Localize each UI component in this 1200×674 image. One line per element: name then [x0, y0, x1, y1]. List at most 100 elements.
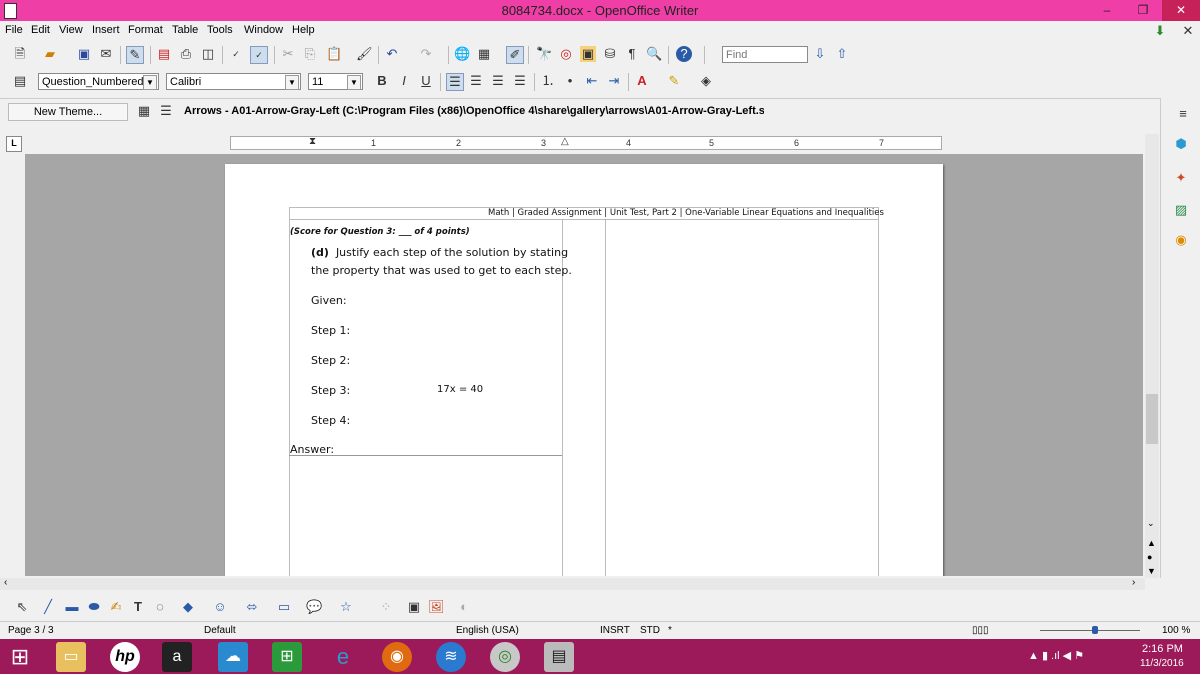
sidebar-navigator-icon[interactable]: ◉: [1173, 232, 1189, 248]
data-sources-icon[interactable]: ⛁: [602, 46, 618, 62]
open-folder-icon[interactable]: ▰: [42, 46, 58, 62]
print-icon[interactable]: ⎙: [178, 46, 194, 62]
scroll-left-icon[interactable]: ‹: [4, 577, 7, 588]
save-icon[interactable]: ▣: [76, 46, 92, 62]
firefox-icon[interactable]: ◉: [382, 642, 412, 672]
menu-view[interactable]: View: [59, 24, 83, 36]
file-explorer-icon[interactable]: ▭: [56, 642, 86, 672]
menu-file[interactable]: File: [5, 24, 23, 36]
maximize-button[interactable]: ❐: [1126, 0, 1160, 21]
chrome-icon[interactable]: ◎: [490, 642, 520, 672]
new-document-icon[interactable]: 🗎: [12, 46, 28, 62]
system-tray-icons[interactable]: ▲ ▮ .ıl ◀ ⚑: [1028, 649, 1084, 662]
paste-icon[interactable]: 📋: [326, 46, 342, 62]
decrease-indent-icon[interactable]: ⇤: [584, 73, 600, 89]
find-previous-icon[interactable]: ⇧: [834, 46, 850, 62]
zoom-slider-handle[interactable]: [1092, 626, 1098, 634]
stars-icon[interactable]: ☆: [338, 599, 354, 615]
vertical-scroll-thumb[interactable]: [1146, 394, 1158, 444]
internet-explorer-icon[interactable]: e: [328, 642, 358, 672]
bold-button[interactable]: B: [374, 73, 390, 89]
close-document-icon[interactable]: ✕: [1180, 23, 1196, 39]
new-theme-button[interactable]: New Theme...: [8, 103, 128, 121]
fontwork-icon[interactable]: ▣: [406, 599, 422, 615]
autospellcheck-icon[interactable]: ✓: [250, 46, 268, 64]
export-pdf-icon[interactable]: ▤: [156, 46, 172, 62]
properties-icon[interactable]: ⬢: [1173, 136, 1189, 152]
page-style[interactable]: Default: [204, 625, 236, 636]
from-file-icon[interactable]: 🖼: [428, 599, 445, 615]
freeform-icon[interactable]: ✍: [108, 599, 124, 615]
page-preview-icon[interactable]: ◫: [200, 46, 216, 62]
block-arrows-icon[interactable]: ⬄: [244, 599, 260, 615]
start-icon[interactable]: ⊞: [5, 642, 35, 672]
selection-mode[interactable]: STD: [640, 625, 660, 636]
gallery-icon[interactable]: ▣: [580, 46, 596, 62]
scroll-right-icon[interactable]: ›: [1132, 577, 1135, 588]
find-next-icon[interactable]: ⇩: [812, 46, 828, 62]
openoffice-writer-icon[interactable]: ▤: [544, 642, 574, 672]
extrusion-icon[interactable]: ◐: [456, 599, 472, 615]
right-indent-marker-icon[interactable]: △: [561, 136, 569, 147]
menu-tools[interactable]: Tools: [207, 24, 233, 36]
update-icon[interactable]: ⬇: [1152, 23, 1168, 39]
menu-insert[interactable]: Insert: [92, 24, 120, 36]
email-icon[interactable]: ✉: [98, 46, 114, 62]
store-icon[interactable]: ⊞: [272, 642, 302, 672]
align-center-icon[interactable]: ☰: [468, 73, 484, 89]
numbering-icon[interactable]: ⒈: [540, 73, 556, 89]
horizontal-scrollbar[interactable]: ‹ ›: [0, 577, 1145, 590]
copy-icon[interactable]: ⎘: [302, 46, 318, 62]
menu-format[interactable]: Format: [128, 24, 163, 36]
basic-shapes-icon[interactable]: ◆: [180, 599, 196, 615]
redo-icon[interactable]: ↷: [418, 46, 434, 62]
cut-icon[interactable]: ✂: [280, 46, 296, 62]
chevron-down-icon[interactable]: ⌄: [1147, 518, 1155, 529]
zoom-slider[interactable]: [1040, 630, 1140, 631]
help-icon[interactable]: ?: [676, 46, 692, 62]
vertical-scrollbar[interactable]: ⌄ ▲ ● ▼: [1145, 134, 1159, 578]
font-size-select[interactable]: 11 ▼: [308, 73, 363, 90]
app-icon[interactable]: ≋: [436, 642, 466, 672]
clock-time[interactable]: 2:16 PM: [1142, 643, 1183, 655]
zoom-icon[interactable]: 🔍: [646, 46, 662, 62]
edit-file-icon[interactable]: ✎: [126, 46, 144, 64]
tab-stop-selector[interactable]: L: [6, 136, 22, 152]
clock-date[interactable]: 11/3/2016: [1140, 658, 1184, 669]
styles-formatting-icon[interactable]: ▤: [12, 73, 28, 89]
justify-icon[interactable]: ☰: [512, 73, 528, 89]
zoom-level[interactable]: 100 %: [1162, 625, 1190, 636]
callout-shapes-icon[interactable]: 💬: [306, 599, 322, 615]
font-name-select[interactable]: Calibri ▼: [166, 73, 301, 90]
font-color-icon[interactable]: A: [634, 73, 650, 89]
styles-icon[interactable]: ✦: [1173, 170, 1189, 186]
undo-icon[interactable]: ↶: [384, 46, 400, 62]
hyperlink-icon[interactable]: 🌐: [454, 46, 470, 62]
points-icon[interactable]: ⁘: [378, 599, 394, 615]
indent-marker-icon[interactable]: ⧗: [309, 136, 316, 147]
background-color-icon[interactable]: ◈: [698, 73, 714, 89]
navigation-icon[interactable]: ●: [1147, 552, 1152, 562]
formatting-marks-icon[interactable]: ¶: [624, 46, 640, 62]
symbol-shapes-icon[interactable]: ☺: [212, 599, 228, 615]
amazon-icon[interactable]: a: [162, 642, 192, 672]
document-page[interactable]: Math | Graded Assignment | Unit Test, Pa…: [225, 164, 943, 576]
text-icon[interactable]: T: [130, 599, 146, 615]
ellipse-icon[interactable]: ⬬: [86, 599, 102, 615]
hp-icon[interactable]: hp: [110, 642, 140, 672]
menu-window[interactable]: Window: [244, 24, 283, 36]
sidebar-menu-icon[interactable]: ≡: [1175, 106, 1191, 122]
find-input[interactable]: Find: [722, 46, 808, 63]
view-layout-icon[interactable]: ▯▯▯: [972, 625, 989, 636]
weather-icon[interactable]: ☁: [218, 642, 248, 672]
line-icon[interactable]: ╱: [40, 599, 56, 615]
minimize-button[interactable]: –: [1090, 0, 1124, 21]
underline-button[interactable]: U: [418, 73, 434, 89]
chevron-down-icon[interactable]: ▼: [143, 75, 157, 90]
bullets-icon[interactable]: •: [562, 73, 578, 89]
menu-help[interactable]: Help: [292, 24, 315, 36]
italic-button[interactable]: I: [396, 73, 412, 89]
spellcheck-icon[interactable]: ✓: [228, 46, 244, 62]
horizontal-ruler[interactable]: 1 2 3 4 5 6 7 ⧗ △: [230, 136, 942, 150]
flowchart-icon[interactable]: ▭: [276, 599, 292, 615]
